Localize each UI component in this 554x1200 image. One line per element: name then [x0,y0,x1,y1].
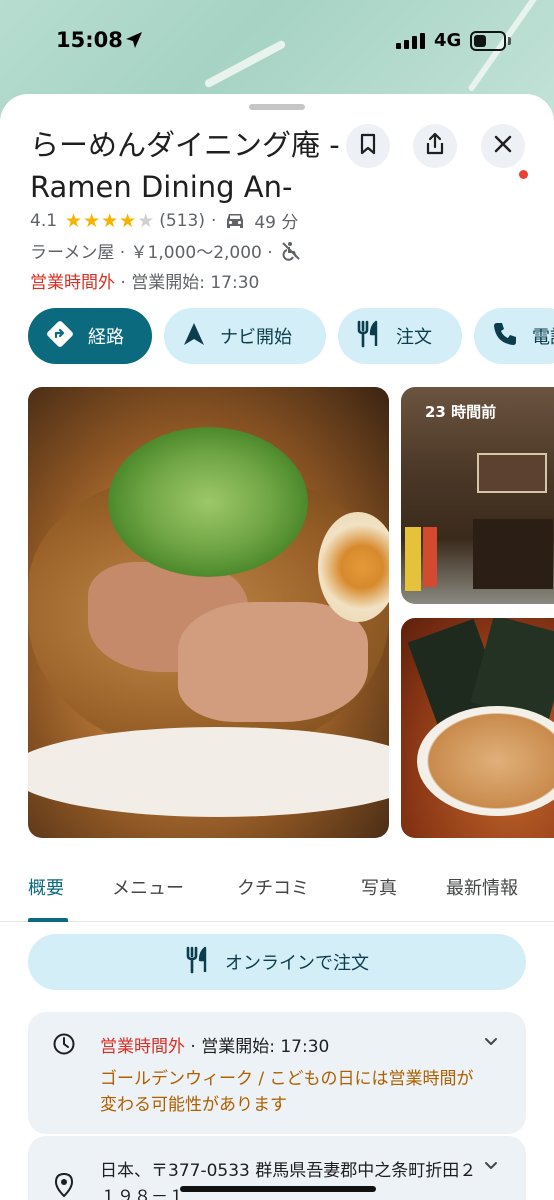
photo-detail [405,527,421,591]
drag-handle[interactable] [249,104,305,110]
share-icon [424,132,446,160]
hours-status: 営業時間外 · 営業開始: 17:30 [100,1037,330,1057]
photo-detail [417,706,554,816]
signal-icon [396,33,426,53]
tab-overview[interactable]: 概要 [28,874,64,900]
tab-updates[interactable]: 最新情報 [446,874,518,900]
chevron-down-icon[interactable] [483,1158,499,1178]
drive-time: 49 分 [254,213,299,233]
photo-detail [178,602,368,722]
no-wheelchair-icon [281,241,301,261]
car-icon [224,212,246,230]
clock-icon [52,1032,76,1060]
status-closed: 営業時間外 [30,273,115,293]
close-icon [493,134,513,158]
tab-bar: 概要 メニュー クチコミ 写真 最新情報 [0,860,554,922]
photo-main-ramen[interactable] [28,387,389,838]
rating-stars: ★★★★★ [65,209,156,232]
notification-dot [519,170,528,179]
photo-storefront[interactable]: 23 時間前 [401,387,554,604]
rating-row[interactable]: 4.1 ★★★★★ (513) · 49 分 [30,208,299,234]
share-button[interactable] [413,124,457,168]
tab-photos[interactable]: 写真 [361,874,397,900]
action-chips: 経路 ナビ開始 注文 電話 [28,308,554,364]
photo-detail [318,512,389,622]
navigate-button[interactable]: ナビ開始 [164,308,326,364]
hours-notice: ゴールデンウィーク / こどもの日には営業時間が変わる可能性があります [100,1069,474,1115]
photo-detail [477,453,547,493]
battery-tip [508,37,511,45]
photo-time-label: 23 時間前 [425,403,497,421]
category-price: ラーメン屋 · ￥1,000～2,000 · [30,243,273,263]
call-button[interactable]: 電話 [474,308,554,364]
photo-detail [108,427,308,577]
online-order-button[interactable]: オンラインで注文 [28,934,526,990]
address-text: 日本、〒377-0533 群馬県吾妻郡中之条町折田２１９８－１ [100,1161,477,1200]
call-label: 電話 [532,327,554,348]
map-pin-icon [54,1172,74,1200]
photo-detail [473,519,553,589]
chevron-down-icon[interactable] [483,1034,499,1054]
category-price-row: ラーメン屋 · ￥1,000～2,000 · [30,238,301,263]
status-time: 15:08 [56,28,123,52]
utensils-icon [185,946,211,979]
photo-detail [28,727,389,817]
tab-reviews[interactable]: クチコミ [237,874,309,900]
network-type: 4G [434,30,462,51]
navigate-label: ナビ開始 [220,327,292,348]
bookmark-icon [358,133,378,159]
photo-detail [423,527,437,587]
status-bar: 15:08 4G [0,0,554,84]
hours-card[interactable]: 営業時間外 · 営業開始: 17:30 ゴールデンウィーク / こどもの日には営… [28,1012,526,1134]
place-title: らーめんダイニング庵 -Ramen Dining An- [30,128,340,204]
hours-row: 営業時間外 · 営業開始: 17:30 [30,268,259,293]
navigation-icon [182,321,206,352]
order-label: 注文 [396,327,432,348]
tab-menu[interactable]: メニュー [112,874,184,900]
save-button[interactable] [346,124,390,168]
place-sheet: らーめんダイニング庵 -Ramen Dining An- 4.1 ★★★★★ (… [0,94,554,1200]
review-count: (513) [159,210,205,231]
online-order-label: オンラインで注文 [225,953,369,974]
directions-icon [46,320,74,353]
location-arrow-icon [124,30,144,54]
rating-value: 4.1 [30,210,58,231]
order-button[interactable]: 注文 [338,308,462,364]
home-indicator[interactable] [180,1186,376,1192]
separator: · [210,210,217,231]
active-tab-indicator [28,918,68,922]
photo-ramen-bowl[interactable] [401,618,554,838]
directions-label: 経路 [88,327,124,348]
battery-icon [470,31,506,51]
phone-icon [492,321,518,352]
status-opens: · 営業開始: 17:30 [115,273,260,293]
close-button[interactable] [481,124,525,168]
directions-button[interactable]: 経路 [28,308,152,364]
utensils-icon [356,320,382,353]
